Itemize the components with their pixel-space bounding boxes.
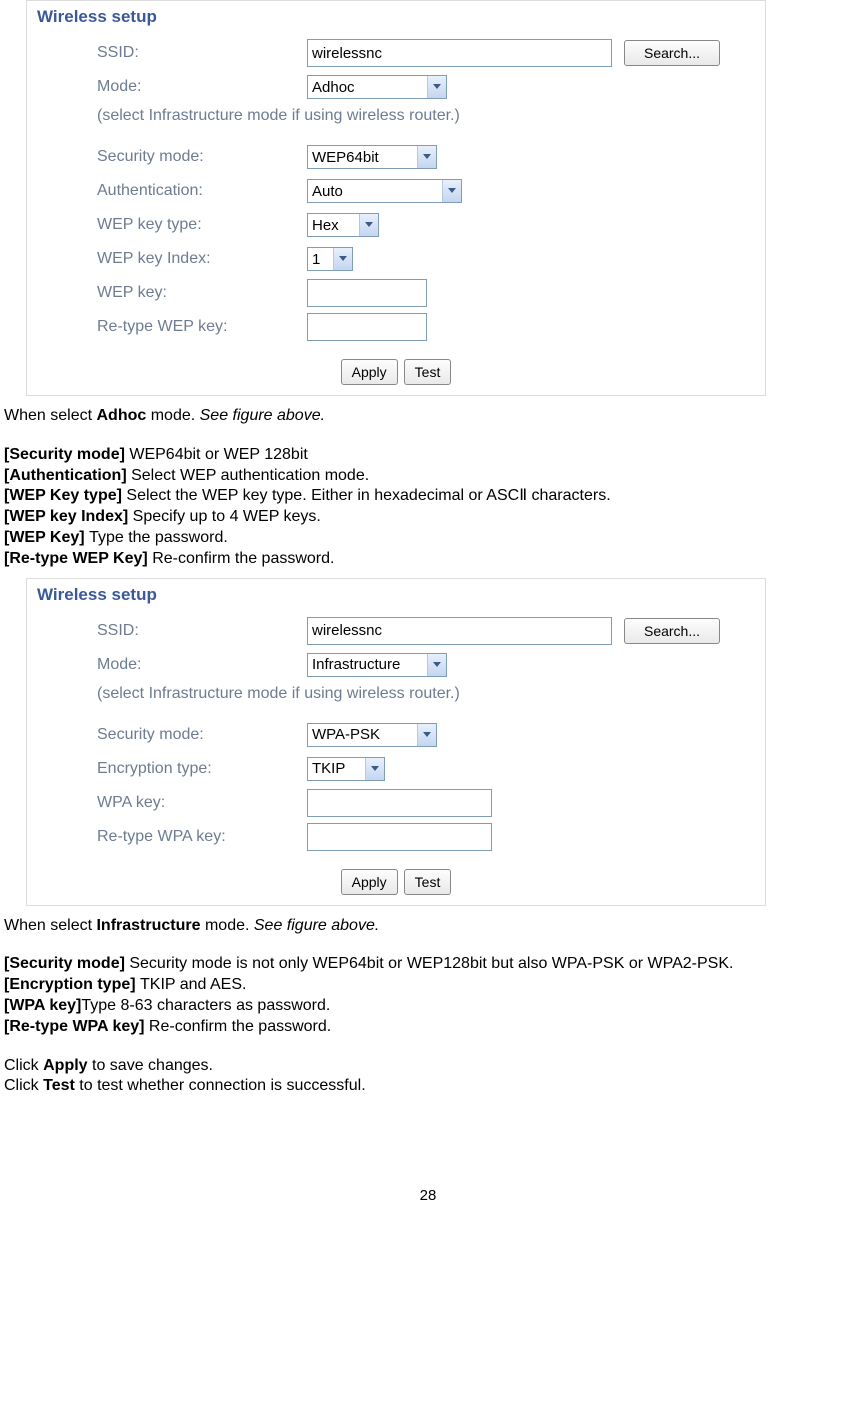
wep-key-index-label: WEP key Index:: [97, 250, 307, 268]
chevron-down-icon: [359, 214, 378, 236]
chevron-down-icon: [427, 654, 446, 676]
mode-label: Mode:: [97, 78, 307, 96]
security-mode-select[interactable]: WPA-PSK: [307, 723, 437, 747]
wireless-setup-panel-infra: Wireless setup SSID: Search... Mode: Inf…: [26, 578, 766, 906]
chevron-down-icon: [417, 146, 436, 168]
infrastructure-description: When select Infrastructure mode. See fig…: [4, 916, 852, 1098]
apply-button[interactable]: Apply: [341, 359, 398, 385]
mode-hint: (select Infrastructure mode if using wir…: [97, 685, 755, 703]
mode-hint: (select Infrastructure mode if using wir…: [97, 107, 755, 125]
retype-wep-key-input[interactable]: [307, 313, 427, 341]
chevron-down-icon: [427, 76, 446, 98]
wep-key-input[interactable]: [307, 279, 427, 307]
panel-title: Wireless setup: [37, 585, 755, 605]
adhoc-description: When select Adhoc mode. See figure above…: [4, 406, 852, 570]
mode-select[interactable]: Adhoc: [307, 75, 447, 99]
ssid-input[interactable]: [307, 617, 612, 645]
security-mode-select[interactable]: WEP64bit: [307, 145, 437, 169]
retype-wpa-key-input[interactable]: [307, 823, 492, 851]
page-number: 28: [4, 1187, 852, 1224]
security-mode-value: WEP64bit: [312, 149, 413, 166]
test-button[interactable]: Test: [404, 359, 452, 385]
ssid-label: SSID:: [97, 622, 307, 640]
encryption-type-label: Encryption type:: [97, 760, 307, 778]
authentication-select[interactable]: Auto: [307, 179, 462, 203]
search-button[interactable]: Search...: [624, 618, 720, 644]
chevron-down-icon: [442, 180, 461, 202]
chevron-down-icon: [417, 724, 436, 746]
test-button[interactable]: Test: [404, 869, 452, 895]
search-button[interactable]: Search...: [624, 40, 720, 66]
wep-key-index-select[interactable]: 1: [307, 247, 353, 271]
mode-value: Adhoc: [312, 79, 423, 96]
apply-button[interactable]: Apply: [341, 869, 398, 895]
authentication-value: Auto: [312, 183, 438, 200]
wep-key-type-label: WEP key type:: [97, 216, 307, 234]
authentication-label: Authentication:: [97, 182, 307, 200]
ssid-input[interactable]: [307, 39, 612, 67]
security-mode-label: Security mode:: [97, 726, 307, 744]
chevron-down-icon: [333, 248, 352, 270]
mode-label: Mode:: [97, 656, 307, 674]
encryption-type-select[interactable]: TKIP: [307, 757, 385, 781]
wep-key-index-value: 1: [312, 251, 329, 268]
chevron-down-icon: [365, 758, 384, 780]
wpa-key-input[interactable]: [307, 789, 492, 817]
retype-wep-key-label: Re-type WEP key:: [97, 318, 307, 336]
wireless-setup-panel-adhoc: Wireless setup SSID: Search... Mode: Adh…: [26, 0, 766, 396]
wpa-key-label: WPA key:: [97, 794, 307, 812]
security-mode-label: Security mode:: [97, 148, 307, 166]
wep-key-type-select[interactable]: Hex: [307, 213, 379, 237]
wep-key-label: WEP key:: [97, 284, 307, 302]
security-mode-value: WPA-PSK: [312, 726, 413, 743]
wep-key-type-value: Hex: [312, 217, 355, 234]
encryption-type-value: TKIP: [312, 760, 361, 777]
mode-select[interactable]: Infrastructure: [307, 653, 447, 677]
retype-wpa-key-label: Re-type WPA key:: [97, 828, 307, 846]
mode-value: Infrastructure: [312, 656, 423, 673]
ssid-label: SSID:: [97, 44, 307, 62]
panel-title: Wireless setup: [37, 7, 755, 27]
